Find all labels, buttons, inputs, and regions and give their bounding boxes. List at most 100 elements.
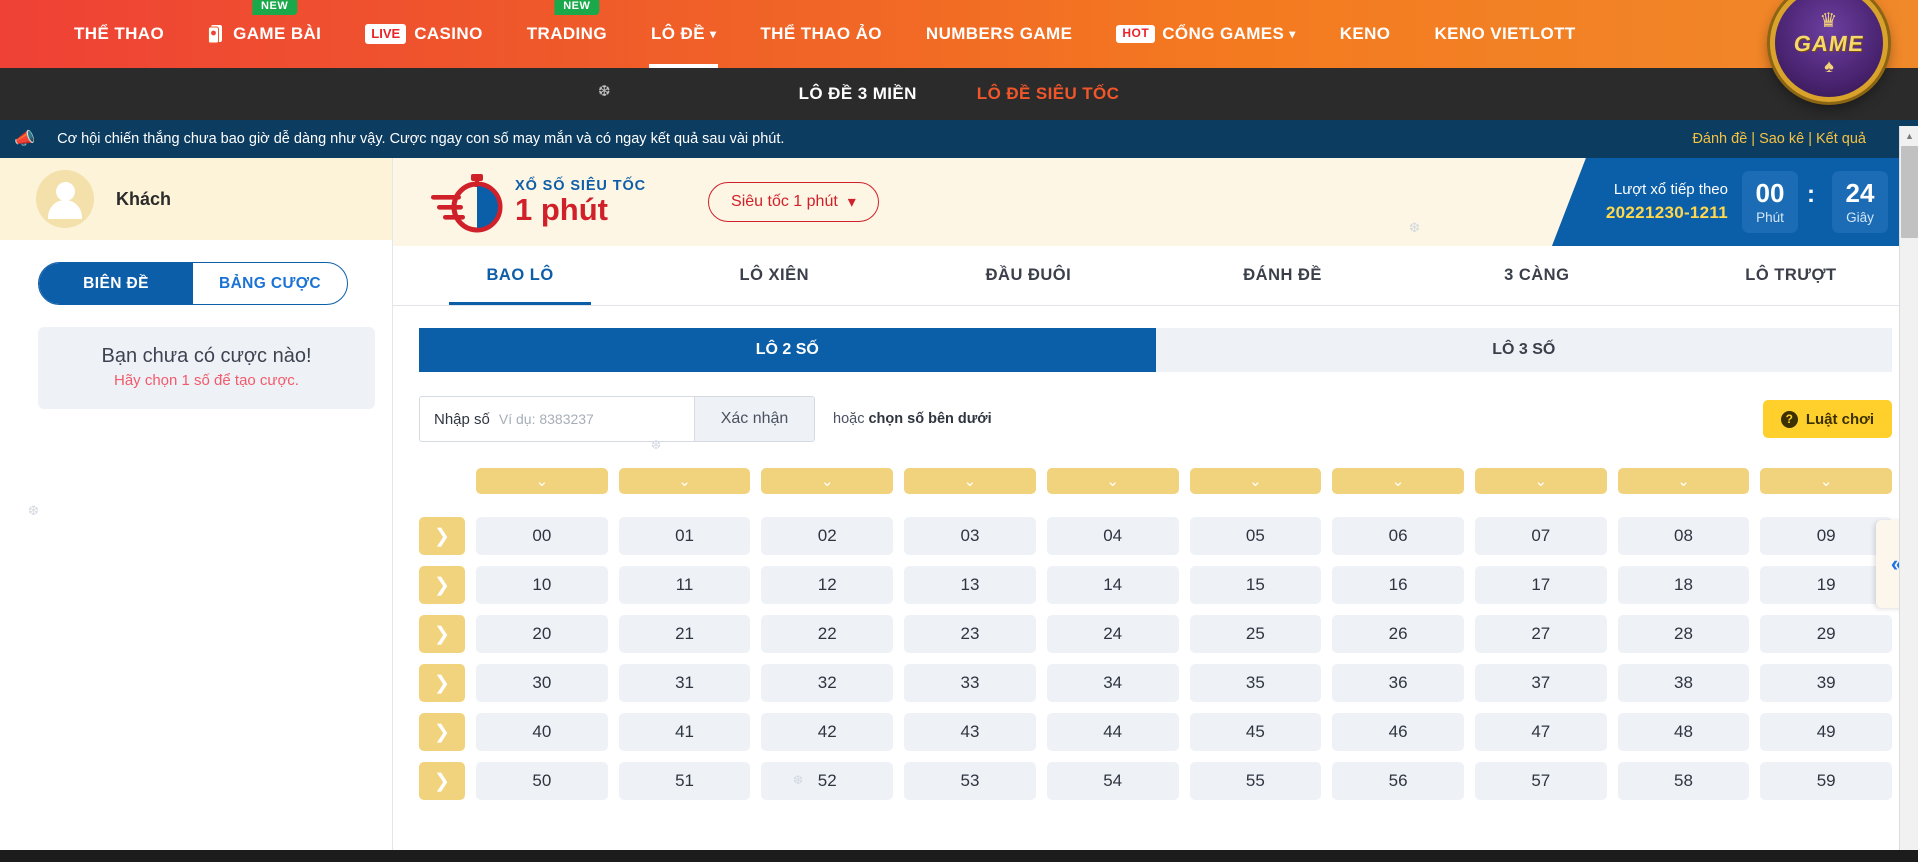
number-cell[interactable]: 49 [1760,713,1893,751]
page-scrollbar[interactable]: ▲ [1899,126,1918,862]
number-cell[interactable]: 27 [1474,615,1607,653]
toggle-bang-cuoc[interactable]: BẢNG CƯỢC [193,263,347,304]
number-cell[interactable]: 51 [618,762,751,800]
tab-3-cang[interactable]: 3 CÀNG [1410,246,1664,305]
number-cell[interactable]: 32 [761,664,894,702]
tab-danh-de[interactable]: ĐÁNH ĐỀ [1156,246,1410,305]
number-cell[interactable]: 31 [618,664,751,702]
number-cell[interactable]: 12 [761,566,894,604]
number-cell[interactable]: 59 [1760,762,1893,800]
number-cell[interactable]: 00 [476,517,608,555]
nav-item-numbers-game[interactable]: NUMBERS GAME [904,0,1094,68]
tab-bao-lo[interactable]: BAO LÔ [393,246,647,305]
number-cell[interactable]: 14 [1046,566,1179,604]
nav-item-the-thao[interactable]: THỂ THAO [52,0,186,68]
number-cell[interactable]: 25 [1189,615,1322,653]
number-cell[interactable]: 01 [618,517,751,555]
nav-item-game-bai[interactable]: NEW GAME BÀI [186,0,343,68]
number-cell[interactable]: 34 [1046,664,1179,702]
grid-column-header-8[interactable]: ⌄ [1617,468,1750,494]
number-cell[interactable]: 55 [1189,762,1322,800]
number-cell[interactable]: 26 [1332,615,1464,653]
link-danh-de[interactable]: Đánh đề [1692,131,1747,147]
number-cell[interactable]: 21 [618,615,751,653]
number-cell[interactable]: 06 [1332,517,1464,555]
nav-item-casino[interactable]: LIVE CASINO [343,0,504,68]
number-cell[interactable]: 53 [904,762,1036,800]
grid-row-select-3[interactable]: ❯ [419,664,465,702]
number-cell[interactable]: 18 [1617,566,1750,604]
grid-row-select-5[interactable]: ❯ [419,762,465,800]
grid-column-header-5[interactable]: ⌄ [1189,468,1322,494]
number-cell[interactable]: 52 [761,762,894,800]
grid-column-header-6[interactable]: ⌄ [1332,468,1464,494]
number-cell[interactable]: 44 [1046,713,1179,751]
grid-column-header-3[interactable]: ⌄ [904,468,1036,494]
rule-button[interactable]: ? Luật chơi [1762,400,1892,438]
number-cell[interactable]: 24 [1046,615,1179,653]
number-cell[interactable]: 46 [1332,713,1464,751]
nav-item-cong-games[interactable]: HOT CỔNG GAMES ▾ [1094,0,1317,68]
tab-lo-xien[interactable]: LÔ XIÊN [647,246,901,305]
number-cell[interactable]: 07 [1474,517,1607,555]
number-cell[interactable]: 54 [1046,762,1179,800]
number-cell[interactable]: 43 [904,713,1036,751]
grid-column-header-4[interactable]: ⌄ [1046,468,1179,494]
nav-item-keno[interactable]: KENO [1318,0,1413,68]
number-cell[interactable]: 28 [1617,615,1750,653]
nav-item-the-thao-ao[interactable]: THỂ THAO ẢO [738,0,904,68]
confirm-button[interactable]: Xác nhận [694,397,814,441]
number-cell[interactable]: 09 [1760,517,1893,555]
number-cell[interactable]: 35 [1189,664,1322,702]
number-cell[interactable]: 48 [1617,713,1750,751]
number-cell[interactable]: 20 [476,615,608,653]
grid-row-select-0[interactable]: ❯ [419,517,465,555]
number-cell[interactable]: 17 [1474,566,1607,604]
number-cell[interactable]: 08 [1617,517,1750,555]
speed-select-dropdown[interactable]: Siêu tốc 1 phút ▾ [708,182,879,222]
grid-row-select-1[interactable]: ❯ [419,566,465,604]
number-cell[interactable]: 45 [1189,713,1322,751]
number-cell[interactable]: 23 [904,615,1036,653]
number-cell[interactable]: 16 [1332,566,1464,604]
nav-item-keno-vietlott[interactable]: KENO VIETLOTT [1412,0,1597,68]
number-cell[interactable]: 40 [476,713,608,751]
number-cell[interactable]: 19 [1760,566,1893,604]
link-sao-ke[interactable]: Sao kê [1759,131,1804,147]
number-cell[interactable]: 38 [1617,664,1750,702]
user-card[interactable]: Khách [0,158,392,240]
grid-column-header-7[interactable]: ⌄ [1474,468,1607,494]
number-cell[interactable]: 03 [904,517,1036,555]
grid-row-select-2[interactable]: ❯ [419,615,465,653]
number-cell[interactable]: 33 [904,664,1036,702]
grid-column-header-1[interactable]: ⌄ [618,468,751,494]
subnav-item-lo-de-sieu-toc[interactable]: LÔ ĐỀ SIÊU TỐC [977,84,1120,104]
number-cell[interactable]: 11 [618,566,751,604]
subnav-item-lo-de-3-mien[interactable]: LÔ ĐỀ 3 MIỀN [799,84,917,104]
tab-dau-duoi[interactable]: ĐẦU ĐUÔI [901,246,1155,305]
number-cell[interactable]: 29 [1760,615,1893,653]
number-cell[interactable]: 22 [761,615,894,653]
grid-column-header-0[interactable]: ⌄ [476,468,608,494]
number-cell[interactable]: 56 [1332,762,1464,800]
number-cell[interactable]: 02 [761,517,894,555]
number-cell[interactable]: 15 [1189,566,1322,604]
number-cell[interactable]: 36 [1332,664,1464,702]
nav-item-lo-de[interactable]: LÔ ĐỀ ▾ [629,0,738,68]
number-input-field[interactable]: Nhập số Ví dụ: 8383237 Xác nhận [419,396,815,442]
number-cell[interactable]: 05 [1189,517,1322,555]
number-cell[interactable]: 50 [476,762,608,800]
number-cell[interactable]: 42 [761,713,894,751]
subtab-lo-3-so[interactable]: LÔ 3 SỐ [1155,328,1892,372]
number-cell[interactable]: 47 [1474,713,1607,751]
subtab-lo-2-so[interactable]: LÔ 2 SỐ [419,328,1156,372]
number-cell[interactable]: 57 [1474,762,1607,800]
grid-column-header-2[interactable]: ⌄ [761,468,894,494]
scrollbar-thumb[interactable] [1901,146,1918,238]
number-cell[interactable]: 39 [1760,664,1893,702]
tab-lo-truot[interactable]: LÔ TRƯỢT [1664,246,1918,305]
number-cell[interactable]: 58 [1617,762,1750,800]
nav-item-trading[interactable]: NEW TRADING [505,0,629,68]
number-cell[interactable]: 10 [476,566,608,604]
number-cell[interactable]: 13 [904,566,1036,604]
